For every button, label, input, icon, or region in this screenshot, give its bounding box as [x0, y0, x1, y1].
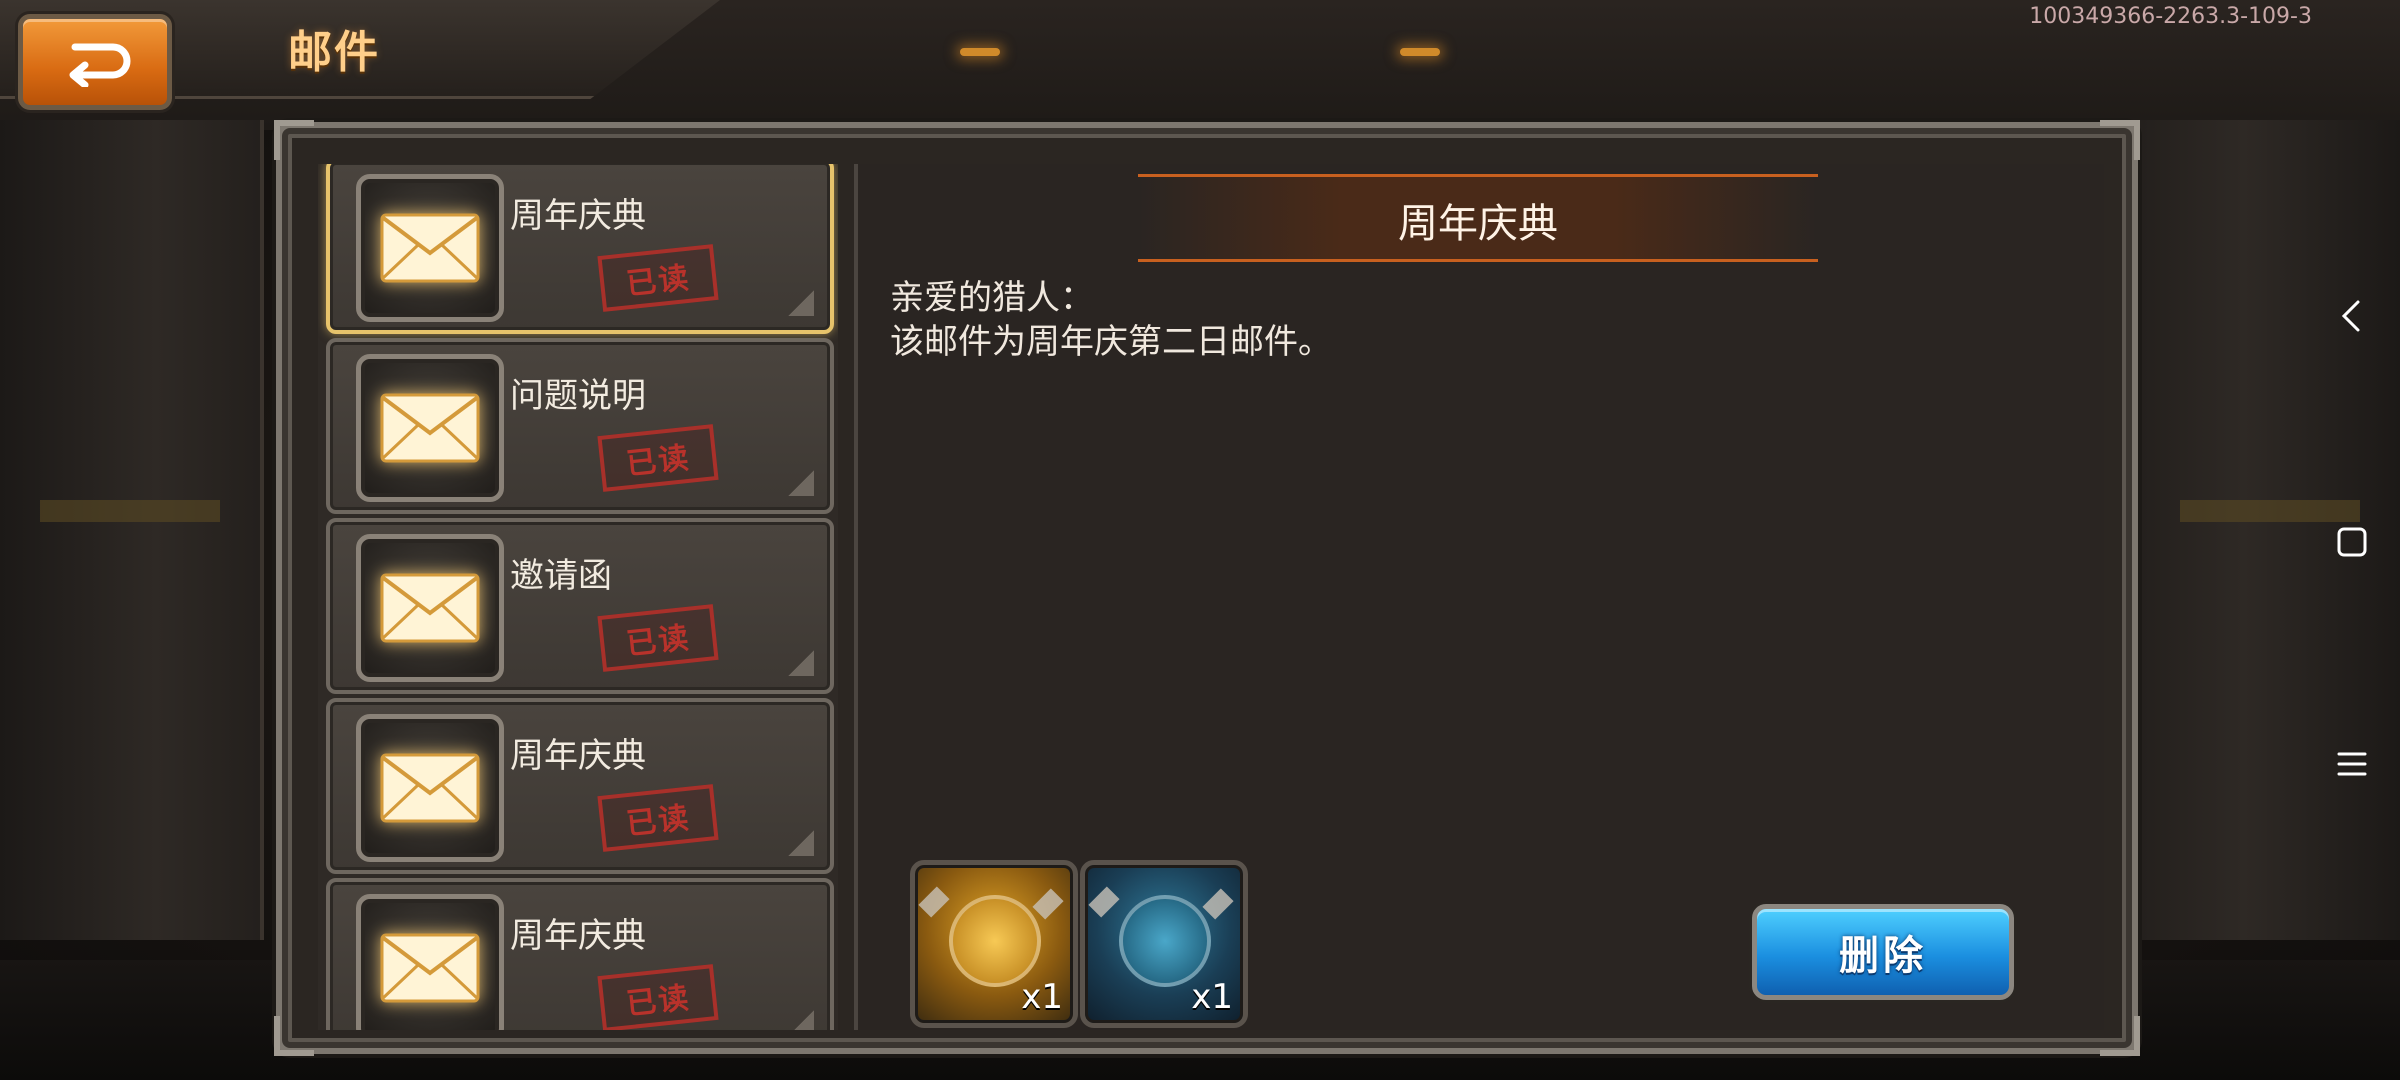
read-stamp: 已读	[597, 244, 719, 312]
nav-back-button[interactable]	[2324, 288, 2380, 344]
mail-detail: 周年庆典 亲爱的猎人： 该邮件为周年庆第二日邮件。 x1 x1 删除	[854, 164, 2104, 1030]
mail-icon-frame	[356, 174, 504, 322]
chevron-left-icon	[2341, 300, 2360, 332]
mail-message: 该邮件为周年庆第二日邮件。	[890, 322, 1332, 362]
mail-body: 亲爱的猎人： 该邮件为周年庆第二日邮件。	[890, 276, 1332, 364]
mail-item[interactable]: 邀请函 已读	[326, 518, 834, 694]
envelope-icon	[380, 933, 480, 1003]
detail-title-bar: 周年庆典	[1138, 174, 1818, 262]
menu-icon	[2337, 752, 2367, 776]
mail-title: 周年庆典	[510, 196, 646, 236]
read-stamp: 已读	[597, 604, 719, 672]
envelope-icon	[380, 393, 480, 463]
blue-medal-icon	[1119, 895, 1211, 987]
reward-item[interactable]: x1	[1080, 860, 1248, 1028]
mail-item[interactable]: 周年庆典 已读	[326, 164, 834, 334]
mail-item[interactable]: 周年庆典 已读	[326, 698, 834, 874]
reward-quantity: x1	[1021, 977, 1063, 1017]
mail-icon-frame	[356, 534, 504, 682]
reward-quantity: x1	[1191, 977, 1233, 1017]
system-nav-bar	[2304, 0, 2400, 1080]
mail-panel: 周年庆典 已读 问题说明 已读 邀请函 已读 周年庆典 已读 周年庆典 已读 周…	[274, 120, 2140, 1056]
ceiling-light	[960, 48, 1000, 56]
delete-button[interactable]: 删除	[1752, 904, 2014, 1000]
nav-home-button[interactable]	[2324, 514, 2380, 570]
page-title: 邮件	[288, 27, 380, 78]
mail-item[interactable]: 周年庆典 已读	[326, 878, 834, 1030]
reward-item[interactable]: x1	[910, 860, 1078, 1028]
read-stamp: 已读	[597, 424, 719, 492]
mail-greeting: 亲爱的猎人：	[890, 278, 1094, 318]
return-arrow-icon	[69, 43, 131, 87]
mail-title: 周年庆典	[510, 916, 646, 956]
detail-title: 周年庆典	[1398, 201, 1558, 247]
gold-medal-icon	[949, 895, 1041, 987]
mail-list[interactable]: 周年庆典 已读 问题说明 已读 邀请函 已读 周年庆典 已读 周年庆典 已读	[318, 164, 838, 1030]
mail-icon-frame	[356, 894, 504, 1030]
mail-title: 邀请函	[510, 556, 612, 596]
mail-icon-frame	[356, 714, 504, 862]
nav-menu-button[interactable]	[2324, 736, 2380, 792]
read-stamp: 已读	[597, 784, 719, 852]
mail-icon-frame	[356, 354, 504, 502]
mail-item[interactable]: 问题说明 已读	[326, 338, 834, 514]
square-icon	[2337, 527, 2367, 557]
ceiling-light	[1400, 48, 1440, 56]
envelope-icon	[380, 213, 480, 283]
read-stamp: 已读	[597, 964, 719, 1030]
version-string: 100349366-2263.3-109-3	[2029, 4, 2312, 29]
mail-title: 问题说明	[510, 376, 646, 416]
mail-title: 周年庆典	[510, 736, 646, 776]
background-wall-left	[0, 120, 264, 940]
envelope-icon	[380, 753, 480, 823]
back-button[interactable]	[18, 14, 172, 110]
envelope-icon	[380, 573, 480, 643]
